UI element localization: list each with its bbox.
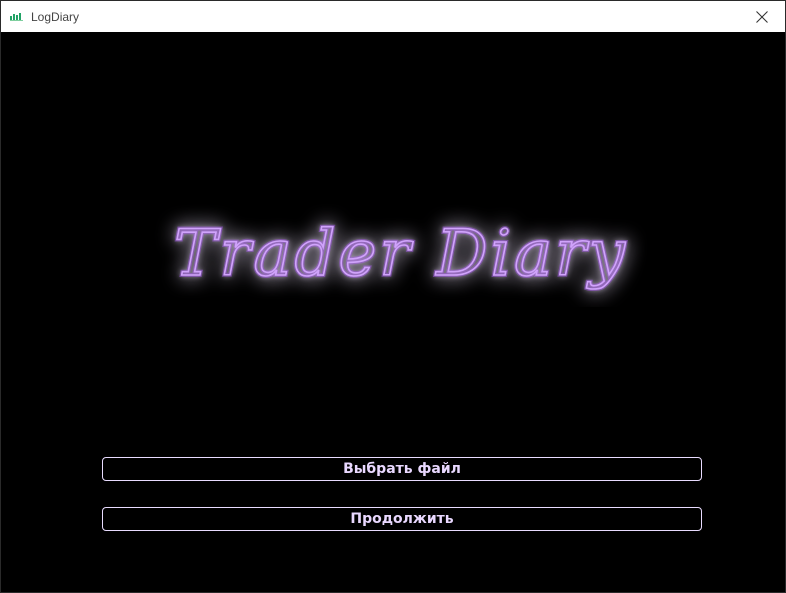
logo-text-glow: Trader Diary <box>174 217 628 291</box>
continue-button[interactable]: Продолжить <box>102 507 702 531</box>
app-bar-chart-icon <box>10 13 23 21</box>
title-bar[interactable]: LogDiary <box>1 1 785 32</box>
main-content: Trader Diary Trader Diary Выбрать файл П… <box>1 32 785 592</box>
close-button[interactable] <box>739 1 785 32</box>
window-title: LogDiary <box>31 10 80 24</box>
neon-logo: Trader Diary Trader Diary <box>172 215 628 293</box>
close-icon <box>756 10 768 23</box>
choose-file-button[interactable]: Выбрать файл <box>102 457 702 481</box>
app-window: LogDiary Trader Diary Trader Diary Выбра… <box>0 0 786 593</box>
